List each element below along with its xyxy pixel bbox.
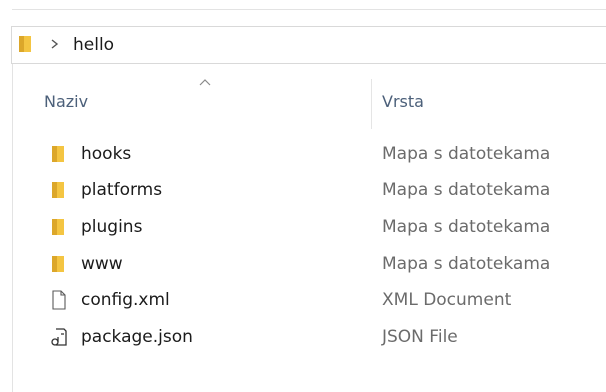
file-name: package.json	[81, 327, 193, 347]
list-item[interactable]: hooks Mapa s datotekama	[13, 136, 606, 172]
breadcrumb-item-hello[interactable]: hello	[73, 34, 114, 56]
file-name: hooks	[81, 144, 132, 164]
chevron-right-icon[interactable]	[48, 35, 62, 53]
folder-icon	[49, 143, 69, 165]
file-type: XML Document	[382, 290, 512, 310]
file-type: Mapa s datotekama	[382, 144, 551, 164]
file-type: Mapa s datotekama	[382, 217, 551, 237]
file-explorer-window: hello Naziv Vrsta hooks Mapa s datotekam…	[0, 0, 606, 392]
address-bar[interactable]: hello	[11, 26, 606, 64]
list-item[interactable]: platforms Mapa s datotekama	[13, 172, 606, 208]
file-name: config.xml	[81, 290, 170, 310]
list-item[interactable]: package.json JSON File	[13, 319, 606, 355]
folder-icon	[49, 253, 69, 275]
list-item[interactable]: config.xml XML Document	[13, 282, 606, 318]
file-type: Mapa s datotekama	[382, 180, 551, 200]
column-header-type[interactable]: Vrsta	[382, 92, 424, 112]
list-item[interactable]: www Mapa s datotekama	[13, 246, 606, 282]
column-header-name[interactable]: Naziv	[44, 92, 88, 112]
file-type: JSON File	[382, 327, 458, 347]
column-divider[interactable]	[371, 79, 372, 129]
list-item[interactable]: plugins Mapa s datotekama	[13, 209, 606, 245]
file-name: plugins	[81, 217, 143, 237]
file-name: www	[81, 254, 123, 274]
document-icon	[49, 289, 69, 311]
sort-ascending-icon	[198, 72, 212, 86]
folder-icon	[49, 216, 69, 238]
json-file-icon	[49, 326, 69, 348]
window-top-border	[12, 9, 606, 10]
folder-icon	[49, 179, 69, 201]
file-name: platforms	[81, 180, 163, 200]
file-type: Mapa s datotekama	[382, 254, 551, 274]
file-list: Naziv Vrsta hooks Mapa s datotekama plat…	[12, 64, 606, 392]
folder-icon	[18, 35, 32, 53]
